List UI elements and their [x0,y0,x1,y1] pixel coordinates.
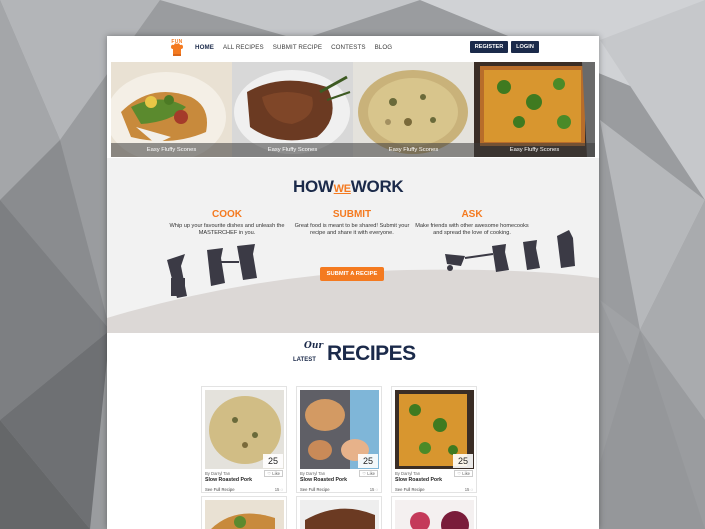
recipe-card[interactable] [296,496,382,529]
nav-all-recipes[interactable]: ALL RECIPES [223,44,264,51]
hero-slide[interactable]: Easy Fluffy Scones [353,62,474,157]
site-logo[interactable]: FUN [168,39,186,58]
step-ask: ASK Make friends with other awesome home… [412,209,532,236]
step-cook: COOK Whip up your favourite dishes and u… [167,209,287,236]
hero-slide[interactable]: Easy Fluffy Scones [232,62,353,157]
recipe-card[interactable]: 25 By Darryl Tan ♡ Like Slow Roasted Por… [296,386,382,493]
section-title-latest: LATEST [293,357,316,363]
comment-count: 15 ◌ [274,487,283,492]
title-work: WORK [350,177,404,196]
title-how: HOW [293,177,334,196]
recipe-score: 25 [453,454,473,468]
recipe-name[interactable]: Slow Roasted Pork [395,477,442,483]
see-full-recipe-link[interactable]: See Full Recipe [205,487,235,492]
login-button[interactable]: LOGIN [511,41,539,53]
recipe-image[interactable] [395,500,474,529]
hero-slide[interactable]: Easy Fluffy Scones [474,62,595,157]
nav-contests[interactable]: CONTESTS [331,44,366,51]
recipe-card[interactable]: 25 By Darryl Tan ♡ Like Slow Roasted Por… [201,386,287,493]
how-we-work-title: HOWWEWORK [293,177,404,197]
comment-count: 15 ◌ [464,487,473,492]
step-text: Whip up your favourite dishes and unleas… [169,223,285,236]
nav-home[interactable]: HOME [195,44,214,51]
recipe-author[interactable]: By Darryl Tan [395,471,420,476]
slide-caption: Easy Fluffy Scones [232,143,353,157]
recipe-score: 25 [263,454,283,468]
slide-caption: Easy Fluffy Scones [353,143,474,157]
see-full-recipe-link[interactable]: See Full Recipe [300,487,330,492]
recipe-card[interactable] [201,496,287,529]
recipe-card[interactable] [391,496,477,529]
step-heading: COOK [212,209,242,220]
recipe-card[interactable]: 25 By Darryl Tan ♡ Like Slow Roasted Por… [391,386,477,493]
like-button[interactable]: ♡ Like [359,470,378,477]
hero-slide[interactable]: Easy Fluffy Scones [111,62,232,157]
step-text: Great food is meant to be shared! Submit… [294,223,410,236]
nav-blog[interactable]: BLOG [375,44,393,51]
slide-caption: Easy Fluffy Scones [474,143,595,157]
how-we-work-section: HOWWEWORK COOK Whip up your favourite di… [107,158,599,333]
top-nav: FUN HOME ALL RECIPES SUBMIT RECIPE CONTE… [107,36,599,60]
hero-carousel[interactable]: Easy Fluffy Scones Easy Fluffy Scones Ea… [111,62,595,157]
step-text: Make friends with other awesome homecook… [415,223,529,236]
slide-caption: Easy Fluffy Scones [111,143,232,157]
title-we: WE [333,183,351,195]
logo-text: FUN [171,39,183,45]
see-full-recipe-link[interactable]: See Full Recipe [395,487,425,492]
nav-submit-recipe[interactable]: SUBMIT RECIPE [273,44,322,51]
step-submit: SUBMIT Great food is meant to be shared!… [292,209,412,236]
recipe-name[interactable]: Slow Roasted Pork [205,477,252,483]
recipe-author[interactable]: By Darryl Tan [300,471,325,476]
section-title-recipes: RECIPES [327,342,416,365]
recipe-image[interactable] [300,500,379,529]
register-button[interactable]: REGISTER [470,41,508,53]
like-button[interactable]: ♡ Like [264,470,283,477]
comment-count: 15 ◌ [369,487,378,492]
section-title-our: Our [304,341,324,351]
recipe-image[interactable] [205,500,284,529]
recipe-author[interactable]: By Darryl Tan [205,471,230,476]
recipe-name[interactable]: Slow Roasted Pork [300,477,347,483]
like-button[interactable]: ♡ Like [454,470,473,477]
step-heading: SUBMIT [332,209,372,220]
latest-recipes-section: Our LATEST RECIPES 25 By Darryl Tan ♡ Li… [107,333,599,529]
website-mockup: FUN HOME ALL RECIPES SUBMIT RECIPE CONTE… [107,36,599,529]
step-heading: ASK [461,209,483,220]
submit-recipe-button[interactable]: SUBMIT A RECIPE [320,267,384,281]
recipe-score: 25 [358,454,378,468]
nav-links: HOME ALL RECIPES SUBMIT RECIPE CONTESTS … [195,44,392,51]
